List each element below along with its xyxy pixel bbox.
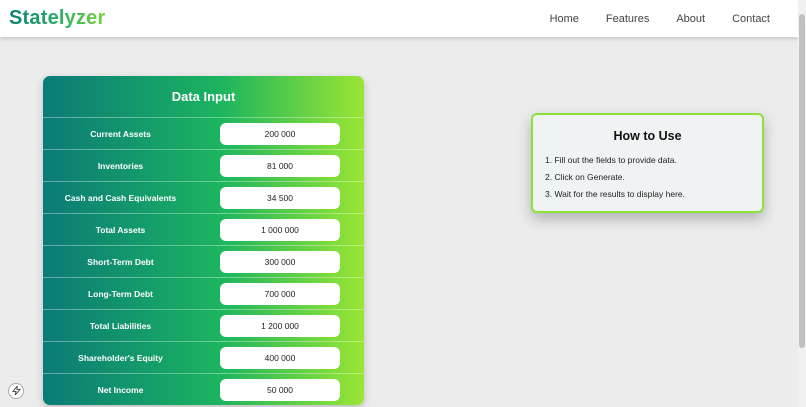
how-to-use-panel: How to Use 1. Fill out the fields to pro… <box>531 113 764 213</box>
current-assets-input[interactable] <box>220 122 340 145</box>
how-to-step: 3. Wait for the results to display here. <box>545 189 685 199</box>
how-to-step: 1. Fill out the fields to provide data. <box>545 155 677 165</box>
short-term-debt-input[interactable] <box>220 250 340 273</box>
field-label: Current Assets <box>90 128 151 139</box>
field-row-net-income: Net Income <box>43 374 364 405</box>
long-term-debt-input[interactable] <box>220 282 340 305</box>
total-liabilities-input[interactable] <box>220 314 340 337</box>
field-label: Short-Term Debt <box>87 256 154 267</box>
cash-equivalents-input[interactable] <box>220 186 340 209</box>
field-row-total-liabilities: Total Liabilities <box>43 310 364 342</box>
brand-logo[interactable]: Statelyzer <box>9 7 106 30</box>
scrollbar-thumb[interactable] <box>799 14 805 348</box>
nav-links: Home Features About Contact <box>523 13 770 25</box>
field-row-cash: Cash and Cash Equivalents <box>43 182 364 214</box>
nav-about-link[interactable]: About <box>676 13 705 25</box>
field-label: Inventories <box>97 160 144 171</box>
field-label: Net Income <box>97 385 144 395</box>
field-row-shareholders-equity: Shareholder's Equity <box>43 342 364 374</box>
field-row-total-assets: Total Assets <box>43 214 364 246</box>
nav-contact-link[interactable]: Contact <box>732 13 770 25</box>
shareholders-equity-input[interactable] <box>220 346 340 369</box>
field-label: Long-Term Debt <box>87 288 153 299</box>
page-scrollbar[interactable] <box>798 0 806 407</box>
field-label: Total Liabilities <box>89 320 152 331</box>
field-row-short-term-debt: Short-Term Debt <box>43 246 364 278</box>
floating-action-button[interactable] <box>8 383 24 399</box>
field-row-long-term-debt: Long-Term Debt <box>43 278 364 310</box>
nav-features-link[interactable]: Features <box>606 13 649 25</box>
field-row-current-assets: Current Assets <box>43 118 364 150</box>
how-to-step: 2. Click on Generate. <box>545 172 625 182</box>
field-label: Shareholder's Equity <box>78 352 163 363</box>
card-title: Data Input <box>43 76 364 118</box>
inventories-input[interactable] <box>220 154 340 177</box>
field-row-inventories: Inventories <box>43 150 364 182</box>
nav-home-link[interactable]: Home <box>550 13 579 25</box>
lightning-icon <box>11 384 21 397</box>
net-income-input[interactable] <box>220 379 340 401</box>
total-assets-input[interactable] <box>220 218 340 241</box>
how-to-use-title: How to Use <box>613 129 682 143</box>
navbar: Statelyzer Home Features About Contact <box>0 0 798 37</box>
data-input-card: Data Input Current Assets Inventories Ca… <box>43 76 364 405</box>
field-label: Total Assets <box>95 224 146 235</box>
field-label: Cash and Cash Equivalents <box>64 192 177 203</box>
